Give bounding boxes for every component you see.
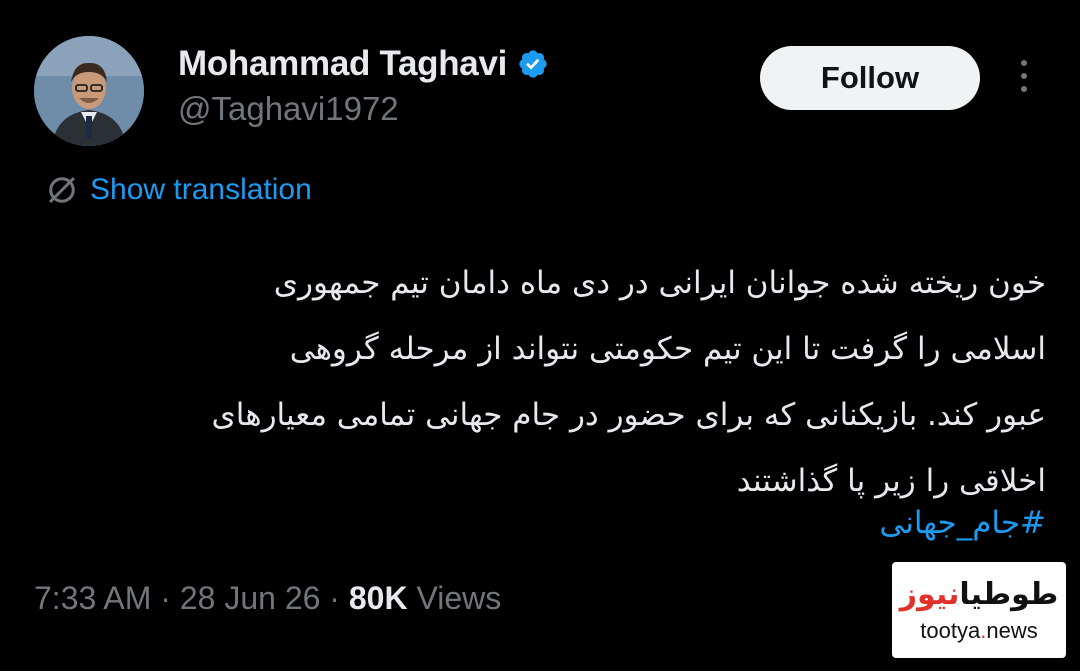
tweet-time[interactable]: 7:33 AM: [34, 580, 151, 616]
watermark-logo-part1: طوطیا: [959, 577, 1059, 612]
hashtag-link[interactable]: #جام_جهانی: [879, 505, 1046, 541]
tweet-line: خون ریخته شده جوانان ایرانی در دی ماه دا…: [273, 265, 1046, 301]
verified-badge-icon: [519, 50, 547, 78]
watermark-url-part2: news: [986, 618, 1038, 643]
views-label: Views: [416, 580, 502, 616]
display-name[interactable]: Mohammad Taghavi: [178, 44, 507, 84]
watermark-logo-part2: نیوز: [899, 577, 960, 612]
tweet-date[interactable]: 28 Jun 26: [180, 580, 321, 616]
watermark-logo-text: طوطیانیوز: [900, 576, 1058, 614]
watermark-url: tootya.news: [920, 618, 1037, 644]
watermark-logo: طوطیانیوز tootya.news: [892, 562, 1066, 658]
views-count: 80K: [348, 580, 408, 616]
more-options-icon[interactable]: [1014, 60, 1034, 100]
user-name-row[interactable]: Mohammad Taghavi: [178, 44, 549, 84]
profile-photo: [34, 36, 144, 146]
meta-separator: ·: [329, 580, 340, 616]
avatar[interactable]: [34, 36, 144, 146]
tweet-line: عبور کند. بازیکنانی که برای حضور در جام …: [211, 397, 1046, 433]
watermark-url-part1: tootya: [920, 618, 981, 643]
follow-button[interactable]: Follow: [760, 46, 980, 110]
show-translation-label[interactable]: Show translation: [90, 173, 312, 207]
user-handle[interactable]: @Taghavi1972: [178, 90, 399, 128]
tweet-meta: 7:33 AM · 28 Jun 26 · 80K Views: [34, 580, 501, 617]
tweet-body: خون ریخته شده جوانان ایرانی در دی ماه دا…: [36, 250, 1046, 514]
globe-off-icon: [48, 176, 76, 204]
show-translation-link[interactable]: Show translation: [44, 172, 312, 208]
meta-separator: ·: [160, 580, 171, 616]
tweet-line: اسلامی را گرفت تا این تیم حکومتی نتواند …: [289, 331, 1046, 367]
